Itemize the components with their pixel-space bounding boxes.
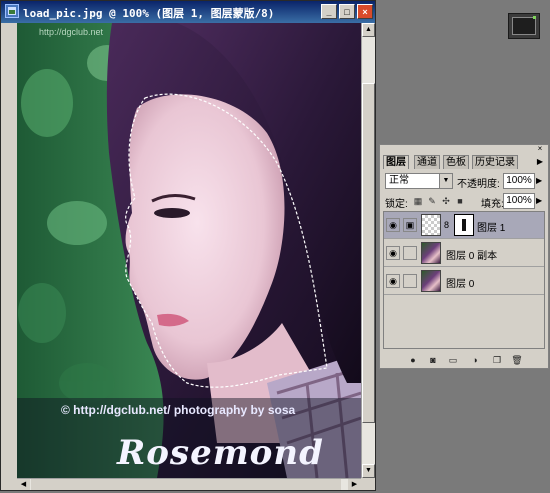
layer-name: 图层 1	[477, 223, 506, 234]
new-group-folder-icon[interactable]: ▭	[447, 354, 459, 366]
lock-pixels-brush-icon[interactable]: ✎	[427, 196, 437, 206]
eye-icon[interactable]: ◉	[386, 246, 400, 260]
layer-mask-thumbnail[interactable]	[454, 214, 474, 236]
layer-row[interactable]: ◉ 图层 0	[384, 268, 544, 295]
palette-menu-arrow-icon[interactable]: ▶	[535, 156, 545, 167]
horizontal-scrollbar[interactable]: ◀ ▶	[17, 478, 361, 490]
scroll-left-arrow-icon[interactable]: ◀	[17, 479, 30, 490]
add-mask-icon[interactable]: ◙	[427, 354, 439, 366]
trash-icon[interactable]: 🗑	[511, 354, 523, 366]
blend-mode-select[interactable]: 正常 ▼	[385, 173, 453, 189]
chevron-down-icon[interactable]: ▼	[439, 174, 452, 188]
layer-thumbnail	[421, 214, 441, 236]
fill-input[interactable]: 100%	[503, 193, 535, 209]
blend-mode-value: 正常	[389, 175, 409, 186]
opacity-input[interactable]: 100%	[503, 173, 535, 189]
eye-icon[interactable]: ◉	[386, 218, 400, 232]
opacity-label: 不透明度:	[457, 179, 500, 190]
lock-label: 锁定:	[385, 199, 408, 210]
tab-channels[interactable]: 通道	[414, 155, 440, 169]
scroll-down-arrow-icon[interactable]: ▼	[362, 464, 375, 478]
layer-row[interactable]: ◉ ▣ 8 图层 1	[384, 212, 544, 239]
horizontal-scroll-thumb[interactable]	[31, 479, 341, 490]
layer-thumbnail	[421, 242, 441, 264]
tab-layers[interactable]: 图层	[383, 155, 409, 169]
lock-transparency-icon[interactable]: ▦	[413, 196, 423, 206]
layers-palette: × 图层 通道 色板 历史记录 ▶ 正常 ▼ 不透明度: 100% ▶ 锁定: …	[379, 144, 549, 369]
layer-name: 图层 0 副本	[446, 251, 498, 262]
maximize-button[interactable]: □	[339, 4, 355, 19]
tab-swatches[interactable]: 色板	[443, 155, 469, 169]
document-titlebar[interactable]: load_pic.jpg @ 100% (图层 1, 图层蒙版/8) _ □ ×	[1, 1, 375, 23]
layer-thumbnail	[421, 270, 441, 292]
scroll-up-arrow-icon[interactable]: ▲	[362, 23, 375, 37]
blend-options-row: 正常 ▼ 不透明度: 100% ▶	[383, 173, 547, 191]
vertical-scrollbar[interactable]: ▲ ▼	[361, 23, 375, 478]
layer-list: ◉ ▣ 8 图层 1 ◉ 图层 0 副本 ◉ 图层 0	[383, 211, 545, 349]
new-layer-icon[interactable]: ❐	[491, 354, 503, 366]
adjustment-layer-icon[interactable]: ◑	[469, 354, 481, 366]
layer-name: 图层 0	[446, 279, 475, 290]
opacity-slider-arrow-icon[interactable]: ▶	[536, 176, 542, 185]
watermark-text: © http://dgclub.net/ photography by sosa	[61, 403, 296, 417]
lock-options-row: 锁定: ▦ ✎ ✣ ■ 填充: 100% ▶	[383, 193, 547, 210]
eye-icon[interactable]: ◉	[386, 274, 400, 288]
close-button[interactable]: ×	[357, 4, 373, 19]
photoshop-document-icon	[5, 4, 19, 18]
lock-position-move-icon[interactable]: ✣	[441, 196, 451, 206]
link-toggle-box[interactable]	[403, 246, 417, 260]
lock-all-padlock-icon[interactable]: ■	[455, 196, 465, 206]
scroll-right-arrow-icon[interactable]: ▶	[348, 479, 361, 490]
navigator-indicator-icon	[533, 16, 536, 19]
palette-close-icon[interactable]: ×	[536, 145, 544, 153]
navigator-mini-palette[interactable]	[508, 13, 540, 39]
canvas-left-margin	[1, 23, 17, 478]
tab-history[interactable]: 历史记录	[472, 155, 518, 169]
palette-tabs: 图层 通道 色板 历史记录 ▶	[383, 155, 547, 169]
layer-effects-icon[interactable]: ●	[407, 354, 419, 366]
link-chain-icon[interactable]: 8	[444, 220, 449, 230]
image-canvas[interactable]: http://dgclub.net © http://dgclub.net/ p…	[17, 23, 361, 478]
palette-bottom-toolbar: ● ◙ ▭ ◑ ❐ 🗑	[383, 353, 545, 367]
signature-text: Rosemond	[117, 433, 324, 473]
navigator-preview	[512, 17, 536, 35]
document-window: load_pic.jpg @ 100% (图层 1, 图层蒙版/8) _ □ ×	[0, 0, 376, 491]
watermark-corner: http://dgclub.net	[39, 27, 104, 37]
brush-icon[interactable]: ▣	[403, 218, 417, 232]
fill-slider-arrow-icon[interactable]: ▶	[536, 196, 542, 205]
layer-row[interactable]: ◉ 图层 0 副本	[384, 240, 544, 267]
link-toggle-box[interactable]	[403, 274, 417, 288]
document-title: load_pic.jpg @ 100% (图层 1, 图层蒙版/8)	[23, 7, 275, 20]
minimize-button[interactable]: _	[321, 4, 337, 19]
vertical-scroll-thumb[interactable]	[362, 83, 375, 423]
palette-grip[interactable]: ×	[380, 145, 548, 154]
fill-label: 填充:	[481, 199, 504, 210]
